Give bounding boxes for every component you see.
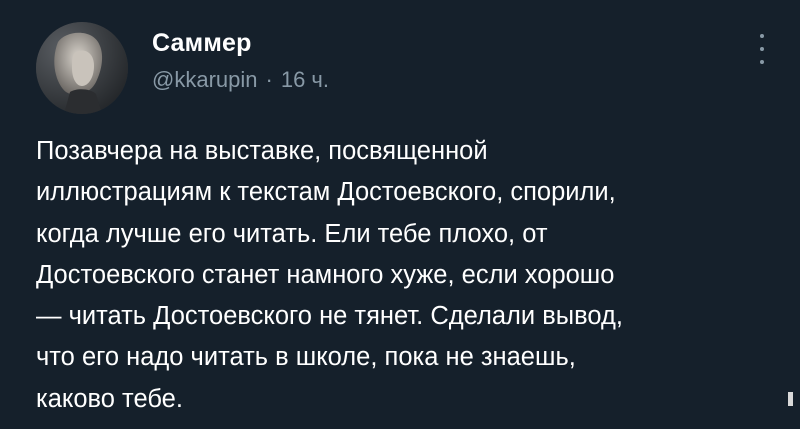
- tweet-meta: @kkarupin · 16 ч.: [152, 66, 329, 94]
- tweet-text-line: Достоевского станет намного хуже, если х…: [36, 260, 615, 289]
- tweet-text-line: Позавчера на выставке, посвященной: [36, 137, 488, 165]
- user-handle[interactable]: @kkarupin: [152, 67, 258, 92]
- tweet-text-line: иллюстрациям к текстам Достоевского, спо…: [36, 178, 616, 207]
- tweet-text-line: что его надо читать в школе, пока не зна…: [36, 343, 576, 372]
- scrollbar-thumb[interactable]: [788, 392, 793, 406]
- avatar-photo-icon: [36, 22, 128, 114]
- tweet-text: Позавчера на выставке, посвященной иллюс…: [36, 131, 776, 420]
- more-dot: [760, 47, 764, 51]
- more-dot: [760, 34, 764, 38]
- tweet-text-line: — читать Достоевского не тянет. Сделали …: [36, 302, 623, 331]
- more-dot: [760, 60, 764, 64]
- display-name[interactable]: Саммер: [152, 28, 329, 58]
- tweet-timestamp[interactable]: 16 ч.: [281, 67, 329, 92]
- tweet-text-line: каково тебе.: [36, 384, 183, 413]
- tweet-card: Саммер @kkarupin · 16 ч. Позавчера на выст…: [0, 0, 800, 429]
- avatar[interactable]: [36, 22, 128, 114]
- meta-separator: ·: [265, 67, 273, 92]
- more-options-button[interactable]: [754, 34, 770, 64]
- tweet-text-line: когда лучше его читать. Ели тебе плохо, …: [36, 219, 548, 248]
- tweet-header: Саммер @kkarupin · 16 ч.: [152, 28, 329, 94]
